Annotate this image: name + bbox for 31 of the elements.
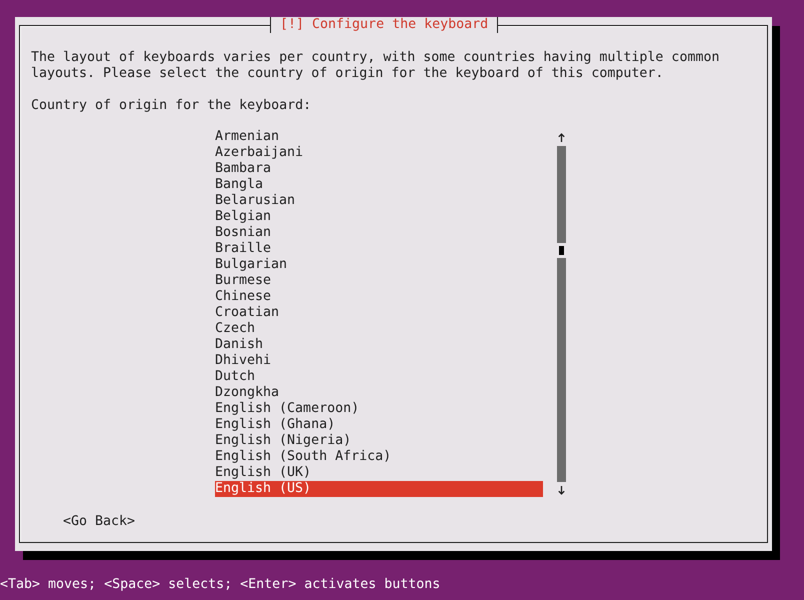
list-item[interactable]: Dhivehi (215, 353, 543, 369)
list-item[interactable]: English (Ghana) (215, 417, 543, 433)
list-item[interactable]: English (US) (215, 481, 543, 497)
list-item[interactable]: Armenian (215, 129, 543, 145)
list-item[interactable]: Azerbaijani (215, 145, 543, 161)
list-item[interactable]: English (Nigeria) (215, 433, 543, 449)
list-item[interactable]: Belarusian (215, 193, 543, 209)
scrollbar-thumb (559, 246, 564, 255)
scroll-down-arrow-icon (558, 486, 565, 495)
list-item[interactable]: Burmese (215, 273, 543, 289)
list-item[interactable]: Czech (215, 321, 543, 337)
scroll-up-arrow-icon (558, 133, 565, 142)
list-item[interactable]: Braille (215, 241, 543, 257)
prompt-label: Country of origin for the keyboard: (31, 98, 312, 114)
list-item[interactable]: Dzongkha (215, 385, 543, 401)
list-item[interactable]: Chinese (215, 289, 543, 305)
list-item[interactable]: Bangla (215, 177, 543, 193)
list-item[interactable]: Bulgarian (215, 257, 543, 273)
list-item[interactable]: English (UK) (215, 465, 543, 481)
list-item[interactable]: Bosnian (215, 225, 543, 241)
key-help-text: <Tab> moves; <Space> selects; <Enter> activates buttons (0, 577, 440, 593)
dialog-title: [!] Configure the keyboard (270, 17, 498, 33)
list-item[interactable]: Dutch (215, 369, 543, 385)
go-back-button[interactable]: <Go Back> (63, 514, 136, 530)
list-item[interactable]: Danish (215, 337, 543, 353)
list-item[interactable]: English (South Africa) (215, 449, 543, 465)
list-item[interactable]: Belgian (215, 209, 543, 225)
list-item[interactable]: English (Cameroon) (215, 401, 543, 417)
list-item[interactable]: Bambara (215, 161, 543, 177)
description-text: The layout of keyboards varies per country, with some countries having multiple common layouts. Please select the country of origin for the keyboard of this computer. (31, 50, 720, 82)
list-item[interactable]: Croatian (215, 305, 543, 321)
